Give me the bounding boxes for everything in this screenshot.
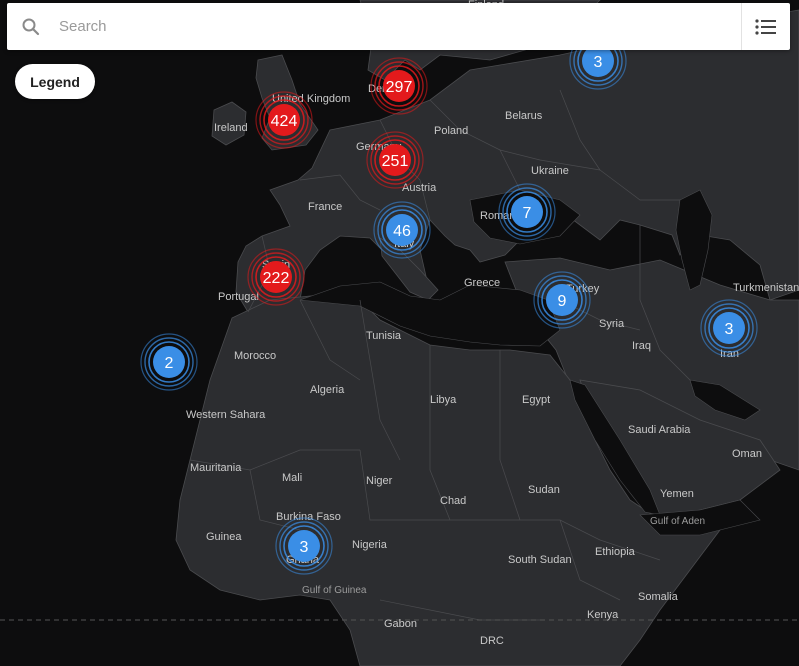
map-label-france: France <box>308 201 342 213</box>
map-label-austria: Austria <box>402 182 437 194</box>
map-label-nigeria: Nigeria <box>352 539 388 551</box>
cluster-count: 3 <box>594 54 603 71</box>
map-label-iraq: Iraq <box>632 340 651 352</box>
cluster-marker-denmark[interactable]: 297 <box>370 57 428 115</box>
cluster-count: 3 <box>300 539 309 556</box>
map-label-yemen: Yemen <box>660 488 694 500</box>
map-label-gulf-of-aden: Gulf of Aden <box>650 516 705 527</box>
cluster-marker-germany[interactable]: 251 <box>366 131 424 189</box>
cluster-marker-turkey[interactable]: 9 <box>533 271 591 329</box>
map-label-syria: Syria <box>599 318 625 330</box>
map-label-united-kingdom: United Kingdom <box>272 93 350 105</box>
map-label-ukraine: Ukraine <box>531 165 569 177</box>
list-icon <box>755 18 776 35</box>
search-bar <box>7 3 790 50</box>
map-label-turkmenistan: Turkmenistan <box>733 282 799 294</box>
list-view-button[interactable] <box>741 3 790 50</box>
map-label-saudi-arabia: Saudi Arabia <box>628 424 691 436</box>
cluster-marker-spain[interactable]: 222 <box>247 248 305 306</box>
cluster-count: 3 <box>725 321 734 338</box>
cluster-marker-ghana[interactable]: 3 <box>275 517 333 575</box>
map-label-kenya: Kenya <box>587 609 619 621</box>
map-label-iran: Iran <box>720 348 739 360</box>
map-label-niger: Niger <box>366 475 393 487</box>
cluster-count: 297 <box>386 79 413 96</box>
map-label-somalia: Somalia <box>638 591 679 603</box>
map-label-uk-line: United Kingdom <box>272 93 350 105</box>
map-label-poland: Poland <box>434 125 468 137</box>
map-label-sudan: Sudan <box>528 484 560 496</box>
cluster-marker-iran[interactable]: 3 <box>700 299 758 357</box>
map-label-greece: Greece <box>464 277 500 289</box>
map-label-drc: DRC <box>480 635 504 647</box>
cluster-marker-italy[interactable]: 46 <box>373 201 431 259</box>
map-label-chad: Chad <box>440 495 466 507</box>
cluster-count: 9 <box>558 293 567 310</box>
map-label-egypt: Egypt <box>522 394 550 406</box>
search-input[interactable] <box>55 6 741 47</box>
cluster-count: 2 <box>165 355 174 372</box>
legend-button[interactable]: Legend <box>15 64 95 99</box>
map-label-oman: Oman <box>732 448 762 460</box>
map-label-belarus: Belarus <box>505 110 543 122</box>
map-label-south-sudan: South Sudan <box>508 554 572 566</box>
map-label-gabon: Gabon <box>384 618 417 630</box>
cluster-count: 424 <box>271 113 298 130</box>
map-label-mali: Mali <box>282 472 302 484</box>
map-label-burkina-faso: Burkina Faso <box>276 511 341 523</box>
cluster-count: 46 <box>393 223 411 240</box>
cluster-marker-atlantic[interactable]: 2 <box>140 333 198 391</box>
map-label-mauritania: Mauritania <box>190 462 242 474</box>
cluster-marker-romania[interactable]: 7 <box>498 183 556 241</box>
map-label-gulf-of-guinea: Gulf of Guinea <box>302 585 367 596</box>
cluster-count: 251 <box>382 153 409 170</box>
map-label-morocco: Morocco <box>234 350 276 362</box>
map-label-ethiopia: Ethiopia <box>595 546 636 558</box>
map-label-algeria: Algeria <box>310 384 345 396</box>
cluster-count: 222 <box>263 270 290 287</box>
map-label-tunisia: Tunisia <box>366 330 402 342</box>
map-canvas[interactable]: Ireland United Kingdom Denmark Belarus P… <box>0 0 799 666</box>
map-label-guinea: Guinea <box>206 531 242 543</box>
cluster-count: 7 <box>523 205 532 222</box>
map-label-ireland: Ireland <box>214 122 248 134</box>
cluster-marker-uk[interactable]: 424 <box>255 91 313 149</box>
search-icon-glyph <box>22 18 40 35</box>
map-label-western-sahara: Western Sahara <box>186 409 266 421</box>
map-label-libya: Libya <box>430 394 457 406</box>
search-icon[interactable] <box>7 3 55 50</box>
